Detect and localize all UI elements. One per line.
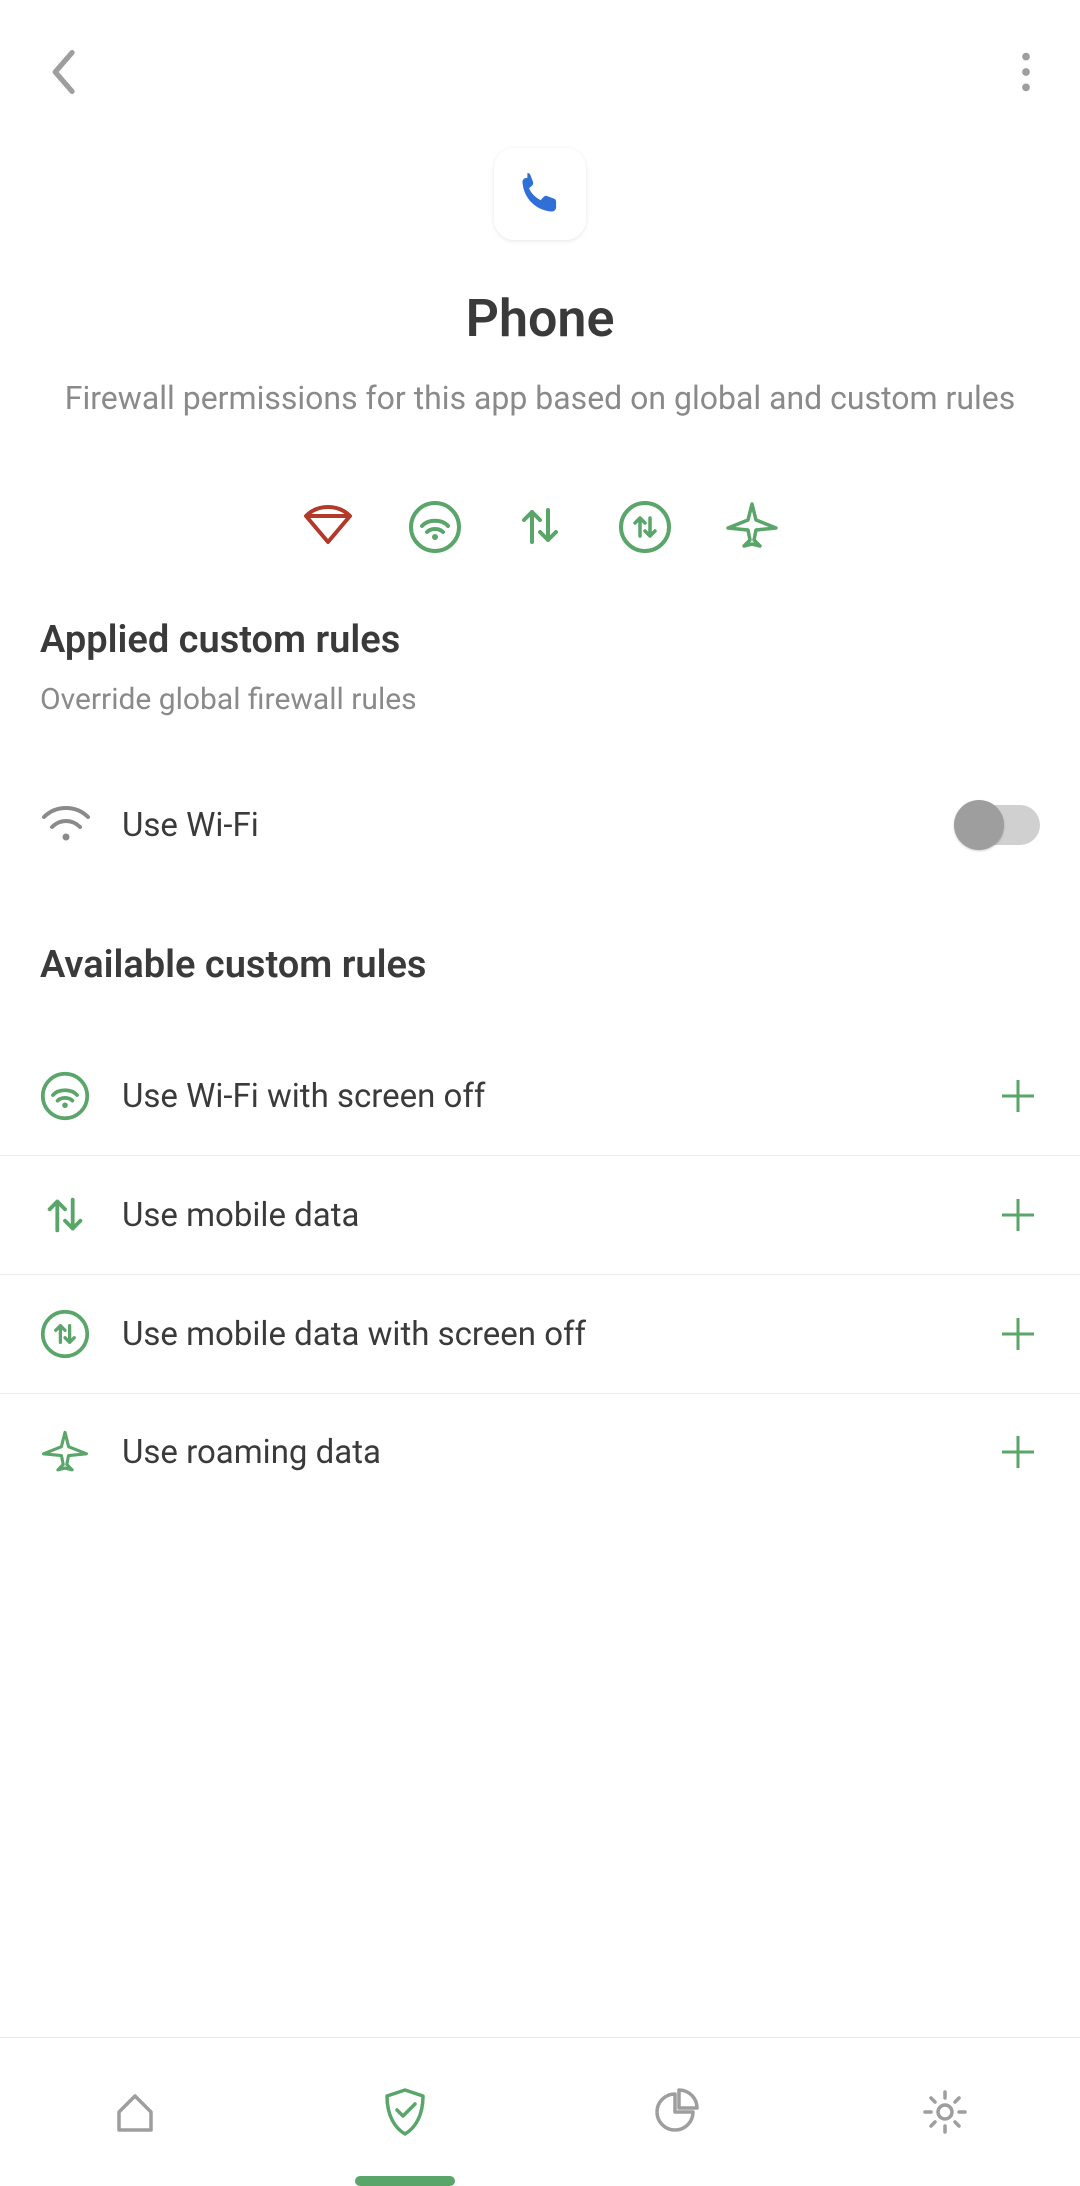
home-icon xyxy=(111,2088,159,2136)
app-subtitle: Firewall permissions for this app based … xyxy=(65,377,1015,420)
add-rule-button[interactable] xyxy=(996,1074,1040,1118)
nav-shield[interactable] xyxy=(375,2082,435,2142)
nav-active-indicator xyxy=(355,2176,455,2186)
rule-label: Use mobile data with screen off xyxy=(122,1315,996,1354)
applied-rule-wifi[interactable]: Use Wi-Fi xyxy=(0,767,1080,883)
rule-label: Use mobile data xyxy=(122,1196,996,1235)
wifi-blocked-icon[interactable] xyxy=(300,500,356,558)
back-button[interactable] xyxy=(48,50,78,98)
available-rule-roaming[interactable]: Use roaming data xyxy=(0,1394,1080,1510)
rule-label: Use Wi-Fi xyxy=(122,806,958,845)
pie-chart-icon xyxy=(651,2088,699,2136)
phone-app-icon xyxy=(512,166,568,222)
available-rule-wifi-screen-off[interactable]: Use Wi-Fi with screen off xyxy=(0,1037,1080,1156)
nav-stats[interactable] xyxy=(645,2082,705,2142)
plus-icon xyxy=(998,1195,1038,1235)
available-rules-title: Available custom rules xyxy=(0,943,1080,987)
available-rule-mobile-data-screen-off[interactable]: Use mobile data with screen off xyxy=(0,1275,1080,1394)
app-header: Phone Firewall permissions for this app … xyxy=(0,128,1080,460)
more-vertical-icon xyxy=(1020,50,1032,94)
mobile-data-icon xyxy=(40,1190,90,1240)
more-menu-button[interactable] xyxy=(1020,50,1032,98)
permission-status-row xyxy=(0,460,1080,618)
plus-icon xyxy=(998,1432,1038,1472)
mobile-data-screen-off-icon[interactable] xyxy=(618,500,672,558)
wifi-screen-off-icon[interactable] xyxy=(408,500,462,558)
app-title: Phone xyxy=(466,288,615,349)
rule-label: Use Wi-Fi with screen off xyxy=(122,1077,996,1116)
applied-rules-subtitle: Override global firewall rules xyxy=(0,682,1080,717)
chevron-left-icon xyxy=(48,50,78,94)
wifi-icon xyxy=(40,803,92,847)
add-rule-button[interactable] xyxy=(996,1312,1040,1356)
nav-home[interactable] xyxy=(105,2082,165,2142)
mobile-data-icon[interactable] xyxy=(514,500,566,558)
available-rule-mobile-data[interactable]: Use mobile data xyxy=(0,1156,1080,1275)
add-rule-button[interactable] xyxy=(996,1193,1040,1237)
roaming-icon[interactable] xyxy=(724,500,780,558)
wifi-screen-off-icon xyxy=(40,1071,90,1121)
gear-icon xyxy=(921,2088,969,2136)
app-icon xyxy=(494,148,586,240)
mobile-data-screen-off-icon xyxy=(40,1309,90,1359)
plus-icon xyxy=(998,1314,1038,1354)
plus-icon xyxy=(998,1076,1038,1116)
add-rule-button[interactable] xyxy=(996,1430,1040,1474)
roaming-icon xyxy=(40,1428,90,1476)
shield-check-icon xyxy=(381,2086,429,2138)
nav-settings[interactable] xyxy=(915,2082,975,2142)
rule-label: Use roaming data xyxy=(122,1433,996,1472)
bottom-nav xyxy=(0,2037,1080,2185)
wifi-toggle[interactable] xyxy=(958,805,1040,845)
applied-rules-title: Applied custom rules xyxy=(0,618,1080,662)
